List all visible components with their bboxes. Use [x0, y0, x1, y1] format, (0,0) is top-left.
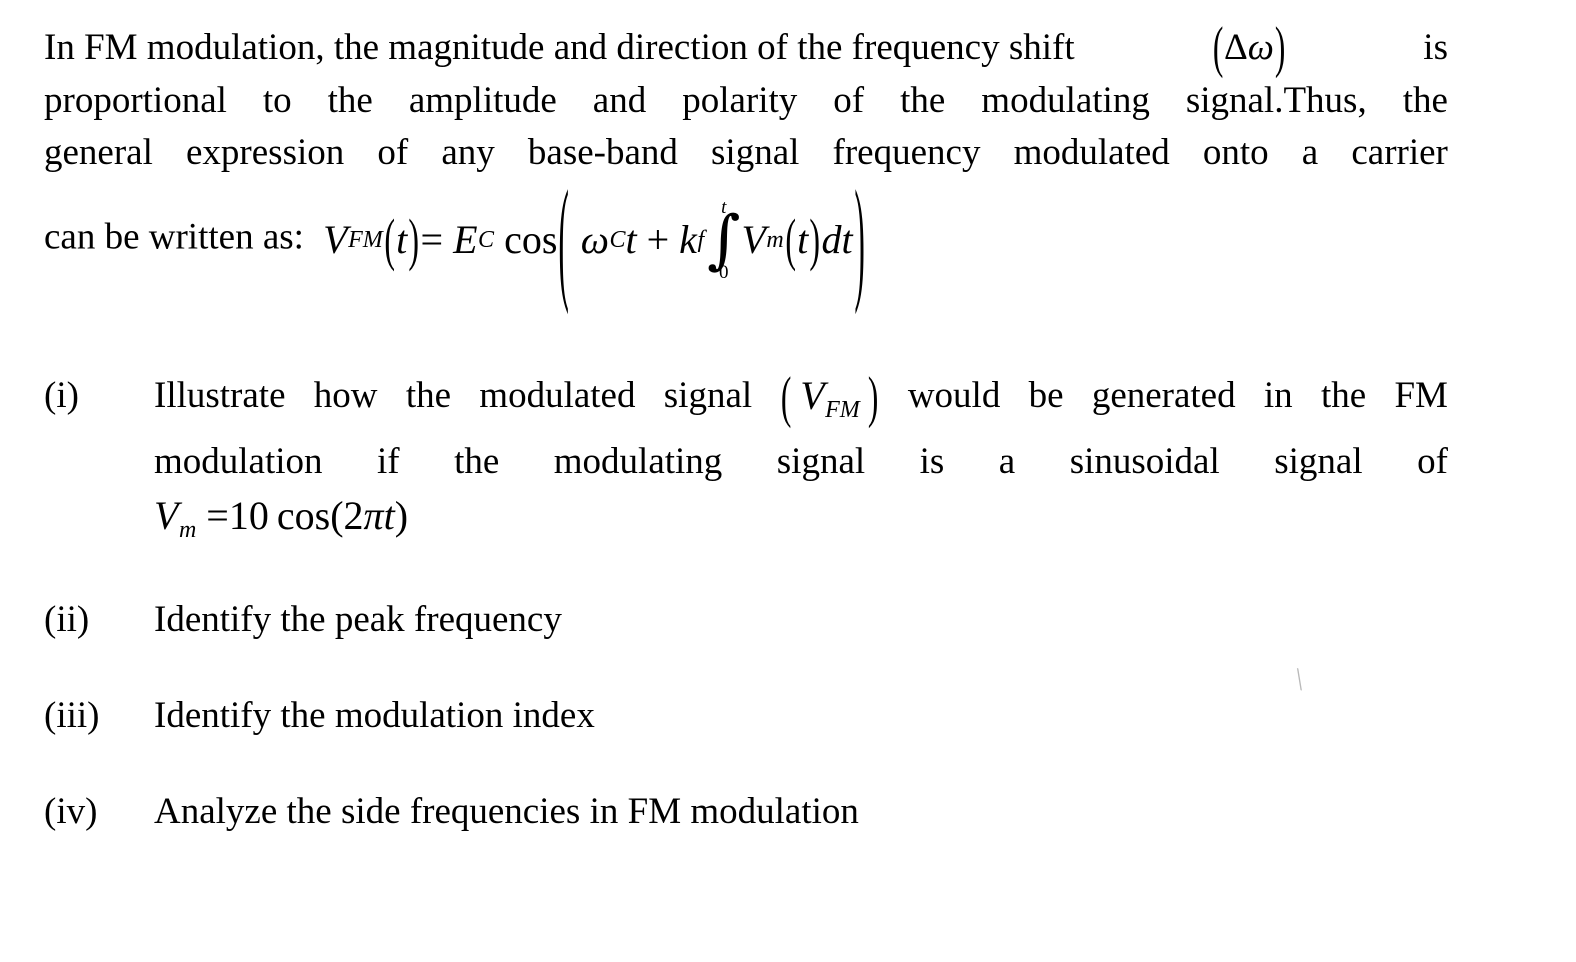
omega-c-symbol: ω — [580, 217, 609, 263]
intro-line-1-text: In FM modulation, the magnitude and dire… — [44, 27, 1075, 68]
item-i-equation: Vm =10 cos(2πt) — [154, 490, 1448, 556]
item-i-word-2: the — [405, 375, 452, 416]
integral-lower-limit: 0 — [719, 262, 729, 284]
item-i-word-1: how — [313, 375, 378, 416]
vm-equation-value: 10 — [228, 493, 269, 539]
item-i2-word-5: is — [919, 441, 945, 483]
item-i2-word-3: modulating — [553, 441, 723, 483]
item-i-word-5: would — [907, 375, 1001, 416]
item-i-word-4: signal — [663, 375, 753, 416]
item-i-body: Illustrate how the modulated signal ( VF… — [154, 366, 1448, 556]
item-iii-text: Identify the modulation index — [154, 695, 595, 736]
item-i-word-8: in — [1263, 375, 1293, 416]
scan-artifact-speck: ╲ — [1291, 668, 1308, 691]
list-item-iii: (iii) Identify the modulation index — [44, 690, 1144, 742]
delta-symbol: Δ — [1224, 27, 1248, 68]
paren-open-icon: ( — [1212, 16, 1224, 80]
vfm-subscript: FM — [348, 227, 383, 254]
integral-symbol-group: t ∫ 0 — [707, 198, 740, 282]
list-item-iv: (iv) Analyze the side frequencies in FM … — [44, 786, 1294, 838]
item-i-word-7: generated — [1091, 375, 1236, 416]
vm-equation-paren-close-icon: ) — [394, 493, 409, 539]
equals-sign: = — [420, 217, 444, 263]
item-i-vfm-var: V — [800, 373, 825, 418]
vfm-var: V — [323, 217, 348, 263]
item-iv-marker: (iv) — [44, 791, 98, 832]
big-paren-close-icon: ) — [854, 160, 865, 316]
list-item-ii: (ii) Identify the peak frequency — [44, 594, 1144, 646]
item-i-line-2: modulation if the modulating signal is a… — [154, 436, 1448, 488]
item-i-word-0: Illustrate — [154, 375, 286, 416]
vm-equation-paren-open-icon: ( — [330, 493, 344, 539]
integrand-paren-open-icon: ( — [785, 206, 796, 272]
kf-subscript: f — [697, 227, 705, 254]
vm-equation-var: V — [154, 493, 179, 539]
intro-line-1: In FM modulation, the magnitude and dire… — [44, 16, 1448, 80]
carrier-amplitude-subscript: C — [478, 227, 495, 254]
vm-subscript: m — [766, 227, 784, 254]
item-ii-text: Identify the peak frequency — [154, 599, 562, 640]
item-i2-word-1: if — [377, 441, 400, 483]
item-i2-word-6: a — [998, 441, 1016, 483]
item-i-word-9: the — [1320, 375, 1367, 416]
intro-paragraph: In FM modulation, the magnitude and dire… — [44, 16, 1448, 179]
item-i-vfm-math: ( VFM ) — [780, 366, 879, 436]
item-i-paren-close-icon: ) — [868, 366, 879, 430]
plus-sign: + — [646, 217, 670, 263]
vm-equation-equals: = — [206, 493, 229, 539]
document-page: In FM modulation, the magnitude and dire… — [0, 0, 1576, 962]
equation-lead-in: can be written as: — [44, 216, 304, 258]
intro-line-3: general expression of any base-band signal fre… — [44, 131, 1448, 173]
fm-equation: V FM(t) = EC cos( ωCt + k f t ∫ 0 Vm(t) dt) — [313, 169, 866, 307]
time-variable: t — [625, 217, 637, 263]
vm-var: V — [741, 217, 766, 263]
integral-sign-icon: ∫ — [707, 203, 741, 277]
intro-line-1-tail: is — [1423, 27, 1448, 68]
omega-symbol: ω — [1247, 27, 1274, 68]
differential-dt: dt — [821, 217, 853, 263]
item-i-marker: (i) — [44, 375, 79, 416]
lhs-paren-open-icon: ( — [384, 206, 395, 272]
item-ii-marker: (ii) — [44, 599, 90, 640]
lhs-argument: t — [396, 217, 408, 263]
delta-omega-math: (Δω) — [1212, 16, 1287, 80]
lhs-paren-close-icon: ) — [408, 206, 420, 272]
item-i2-word-2: the — [454, 441, 500, 483]
intro-line-2: proportional to the amplitude and polarity of t… — [44, 79, 1448, 121]
item-i2-word-8: signal — [1274, 441, 1363, 483]
item-i2-word-7: sinusoidal — [1069, 441, 1220, 483]
item-i2-word-4: signal — [776, 441, 866, 483]
item-iv-text: Analyze the side frequencies in FM modul… — [154, 791, 859, 832]
item-i2-word-9: of — [1417, 441, 1448, 483]
item-i-word-6: be — [1028, 375, 1064, 416]
cos-function: cos — [504, 217, 558, 263]
item-i-line-1: Illustrate how the modulated signal ( VF… — [154, 366, 1448, 436]
item-i-word-10: FM — [1394, 375, 1448, 416]
main-equation-line: can be written as: V FM(t) = EC cos( ωCt +… — [44, 169, 866, 307]
integrand-paren-close-icon: ) — [809, 206, 821, 272]
item-i2-word-0: modulation — [154, 441, 323, 483]
item-i-paren-open-icon: ( — [781, 366, 792, 430]
omega-c-subscript: C — [609, 227, 626, 254]
integrand-argument: t — [797, 217, 809, 263]
item-iii-marker: (iii) — [44, 695, 100, 736]
vm-equation-coefficient: 2 — [343, 493, 364, 539]
big-paren-open-icon: ( — [558, 160, 570, 316]
kf-var: k — [679, 217, 697, 263]
paren-close-icon: ) — [1274, 16, 1286, 80]
carrier-amplitude-var: E — [453, 217, 478, 263]
vm-equation-variable: t — [383, 493, 395, 539]
pi-symbol: π — [363, 493, 384, 539]
vm-equation-cos: cos — [276, 493, 331, 539]
list-item-i: (i) Illustrate how the modulated signal … — [44, 366, 1448, 556]
item-i-vfm-subscript: FM — [825, 397, 860, 424]
vm-equation-subscript: m — [178, 517, 197, 544]
item-i-word-3: modulated — [479, 375, 636, 416]
